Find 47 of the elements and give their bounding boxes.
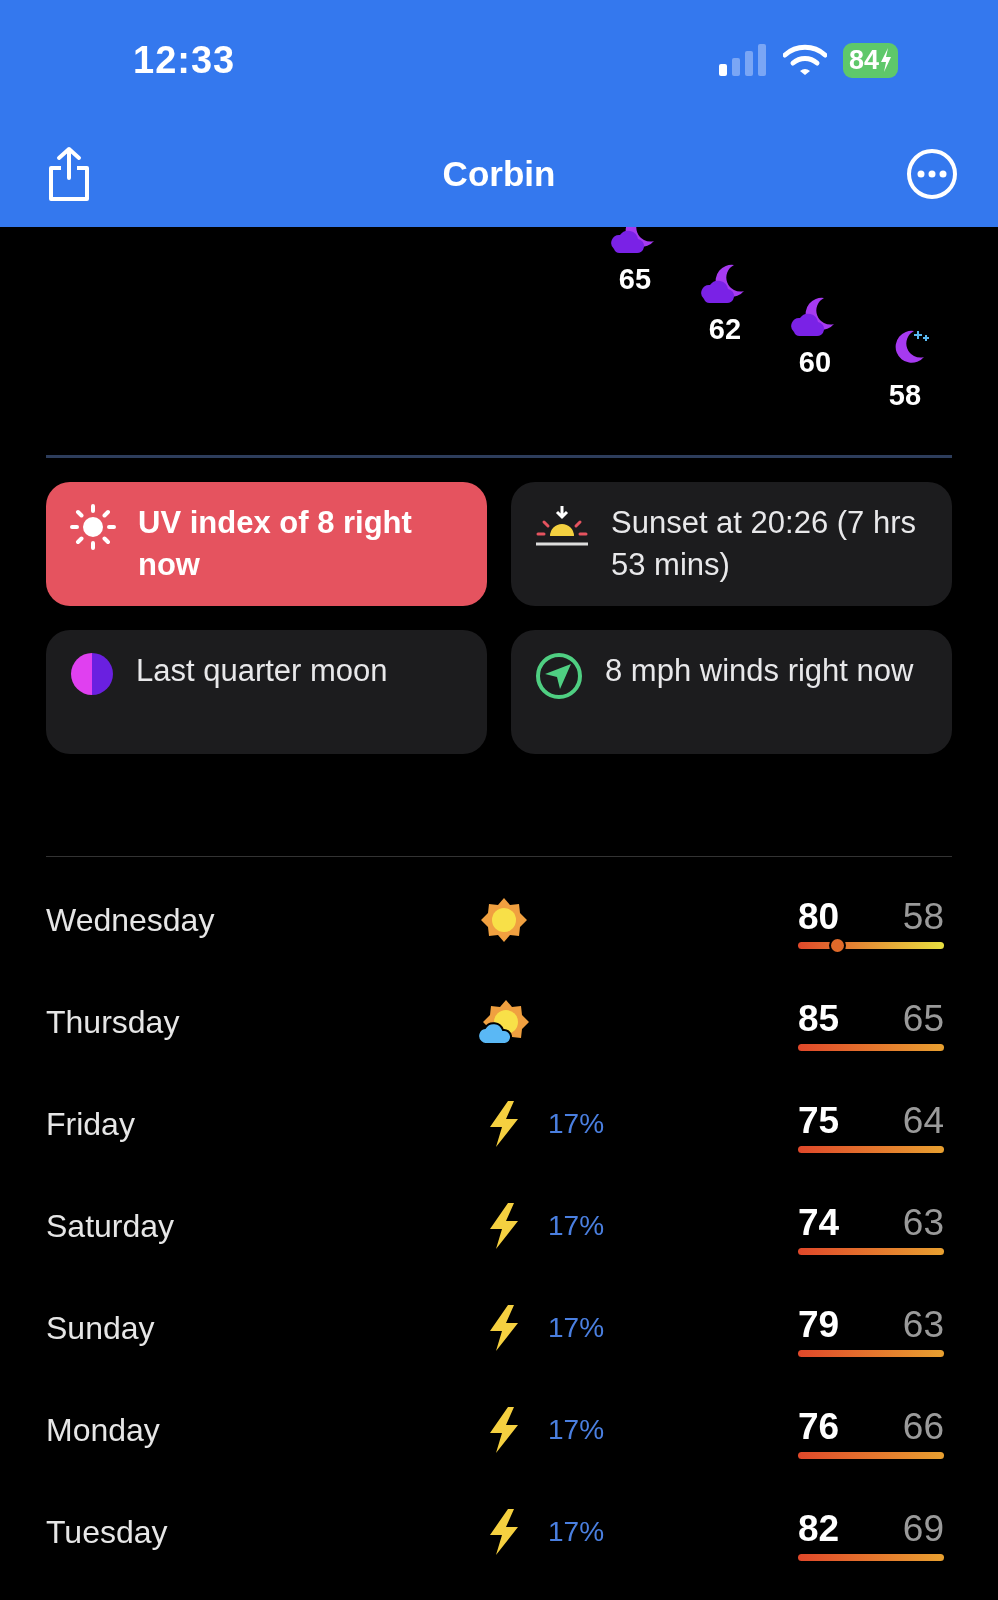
charging-icon [880,48,892,72]
card-text: Sunset at 20:26 (7 hrs 53 mins) [611,504,918,584]
more-icon[interactable] [906,147,958,200]
high-temperature: 76 [798,1405,840,1448]
precipitation-chance: 17% [548,1108,605,1139]
high-temperature: 80 [798,895,840,938]
day-name: Tuesday [46,1513,169,1551]
high-temperature: 75 [798,1099,840,1142]
high-temperature: 79 [798,1303,840,1346]
half-moon-icon [70,652,114,696]
wifi-icon [782,44,827,76]
low-temperature: 64 [902,1099,944,1142]
day-name: Thursday [46,1003,181,1041]
day-name: Saturday [46,1207,176,1245]
precipitation-chance: 17% [548,1516,605,1547]
precipitation-chance: 17% [548,1414,605,1445]
battery-indicator: 84 [842,42,898,78]
card-text: Last quarter moon [136,652,388,690]
sun-icon [479,896,529,944]
low-temperature: 69 [902,1507,944,1550]
precipitation-chance: 17% [548,1210,605,1241]
day-name: Friday [46,1105,136,1143]
precipitation-chance: 17% [548,1312,605,1343]
signal-icon [718,44,767,76]
sun-icon [70,504,116,550]
status-time: 12:33 [133,38,236,82]
low-temperature: 63 [902,1201,944,1244]
day-name: Sunday [46,1309,156,1347]
day-name: Monday [46,1411,161,1449]
low-temperature: 63 [902,1303,944,1346]
card-text: 8 mph winds right now [605,652,914,690]
hourly-temperature: 65 [618,263,652,296]
hourly-temperature: 62 [708,312,742,346]
sunset-icon [535,504,589,548]
low-temperature: 66 [902,1405,944,1448]
location-title: Corbin [442,153,556,194]
high-temperature: 85 [798,997,840,1040]
low-temperature: 58 [902,895,944,938]
high-temperature: 82 [798,1507,840,1550]
high-temperature: 74 [798,1201,840,1244]
hourly-temperature: 60 [798,345,832,379]
hourly-temperature: 58 [888,378,922,412]
card-text: UV index of 8 right now [138,504,413,584]
day-name: Wednesday [46,901,216,939]
share-icon[interactable] [46,145,92,202]
low-temperature: 65 [902,997,944,1040]
sun-cloud-icon [477,998,531,1046]
